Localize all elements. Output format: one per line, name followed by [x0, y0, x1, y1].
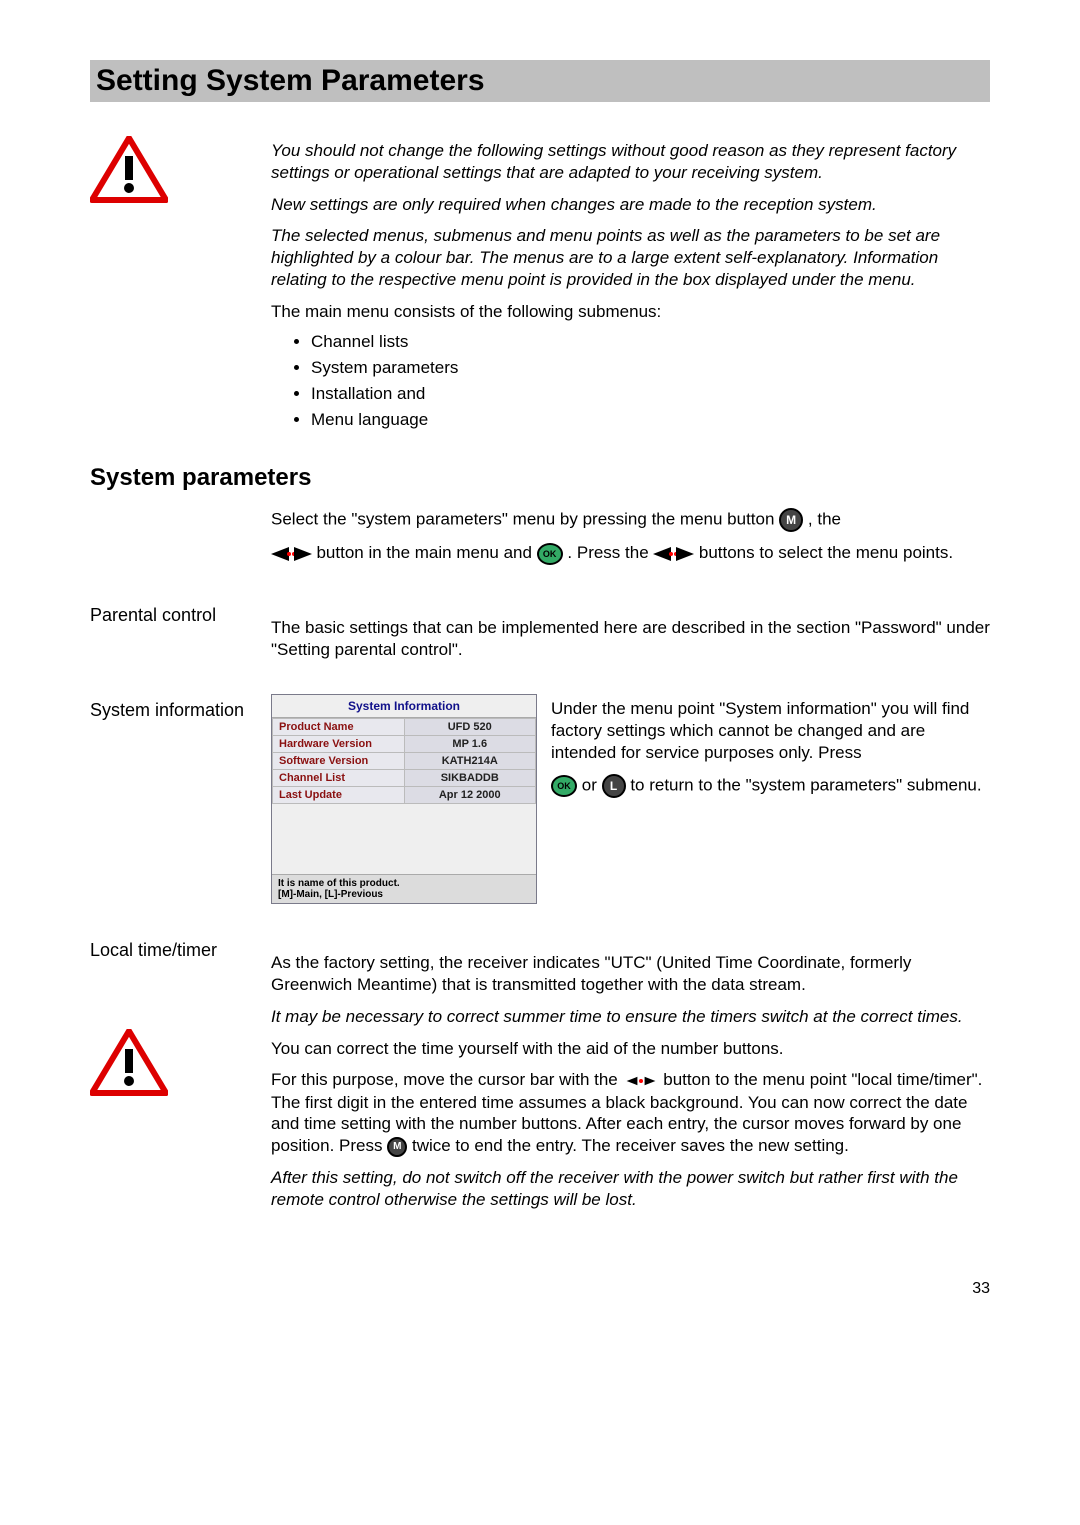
cell: KATH214A: [404, 753, 536, 770]
menu-button-icon: M: [387, 1137, 407, 1157]
cell: Product Name: [273, 719, 405, 736]
intro-warn-1: You should not change the following sett…: [271, 140, 990, 184]
text: twice to end the entry. The receiver sav…: [412, 1136, 849, 1155]
document-page: Setting System Parameters You should not…: [0, 0, 1080, 1338]
text: , the: [808, 510, 841, 529]
list-item: Installation and: [311, 384, 990, 404]
intro-warn-3: The selected menus, submenus and menu po…: [271, 225, 990, 290]
text: buttons to select the menu points.: [699, 543, 953, 562]
local-time-section: Local time/timer As the factory setting,…: [90, 922, 990, 1220]
text: to return to the "system parameters" sub…: [630, 775, 981, 794]
intro-warn-2: New settings are only required when chan…: [271, 194, 990, 216]
sysparams-p1: Select the "system parameters" menu by p…: [271, 508, 990, 532]
localtime-p1: As the factory setting, the receiver ind…: [271, 952, 990, 996]
warning-icon: [90, 136, 265, 204]
sysinfo-table: Product NameUFD 520 Hardware VersionMP 1…: [272, 718, 536, 804]
intro-section: You should not change the following sett…: [90, 136, 990, 436]
parental-control-section: Parental control The basic settings that…: [90, 587, 990, 671]
table-row: Software VersionKATH214A: [273, 753, 536, 770]
localtime-p2: It may be necessary to correct summer ti…: [271, 1006, 990, 1028]
localtime-p4: For this purpose, move the cursor bar wi…: [271, 1069, 990, 1157]
down-arrow-icon: [623, 1070, 659, 1092]
table-row: Hardware VersionMP 1.6: [273, 736, 536, 753]
cell: UFD 520: [404, 719, 536, 736]
text: Select the "system parameters" menu by p…: [271, 510, 779, 529]
list-item: Channel lists: [311, 332, 990, 352]
localtime-p5: After this setting, do not switch off th…: [271, 1167, 990, 1211]
system-parameters-heading: System parameters: [90, 464, 990, 492]
parental-control-text: The basic settings that can be implement…: [271, 617, 990, 661]
text: button in the main menu and: [316, 543, 536, 562]
cell: Last Update: [273, 787, 405, 804]
cell: Apr 12 2000: [404, 787, 536, 804]
left-right-arrow-icon: [271, 543, 312, 565]
page-title: Setting System Parameters: [96, 64, 984, 98]
cell: Channel List: [273, 770, 405, 787]
table-row: Last UpdateApr 12 2000: [273, 787, 536, 804]
text: . Press the: [567, 543, 653, 562]
system-parameters-section: Select the "system parameters" menu by p…: [90, 504, 990, 575]
text: [M]-Main, [L]-Previous: [278, 889, 530, 900]
l-button-icon: L: [602, 774, 626, 798]
page-title-bar: Setting System Parameters: [90, 60, 990, 102]
ok-button-icon: OK: [537, 543, 563, 565]
system-information-section: System information System Information Pr…: [90, 682, 990, 910]
list-item: System parameters: [311, 358, 990, 378]
cell: Hardware Version: [273, 736, 405, 753]
list-item: Menu language: [311, 410, 990, 430]
page-number: 33: [90, 1280, 990, 1298]
cell: SIKBADDB: [404, 770, 536, 787]
local-time-heading: Local time/timer: [90, 940, 265, 961]
sysparams-p2: button in the main menu and OK . Press t…: [271, 542, 990, 565]
parental-control-heading: Parental control: [90, 605, 265, 626]
menu-button-icon: M: [779, 508, 803, 532]
ok-button-icon: OK: [551, 775, 577, 797]
cell: Software Version: [273, 753, 405, 770]
table-row: Channel ListSIKBADDB: [273, 770, 536, 787]
text: It is name of this product.: [278, 878, 530, 889]
left-right-arrow-icon: [653, 543, 694, 565]
intro-lead: The main menu consists of the following …: [271, 301, 990, 323]
warning-icon: [90, 1029, 265, 1097]
sysinfo-footer: It is name of this product. [M]-Main, [L…: [272, 874, 536, 903]
cell: MP 1.6: [404, 736, 536, 753]
intro-bullets: Channel lists System parameters Installa…: [311, 332, 990, 430]
system-information-heading: System information: [90, 700, 265, 721]
text: For this purpose, move the cursor bar wi…: [271, 1070, 623, 1089]
system-information-screenshot: System Information Product NameUFD 520 H…: [271, 694, 537, 904]
text: or: [582, 775, 602, 794]
sysinfo-box-title: System Information: [272, 695, 536, 718]
localtime-p3: You can correct the time yourself with t…: [271, 1038, 990, 1060]
table-row: Product NameUFD 520: [273, 719, 536, 736]
